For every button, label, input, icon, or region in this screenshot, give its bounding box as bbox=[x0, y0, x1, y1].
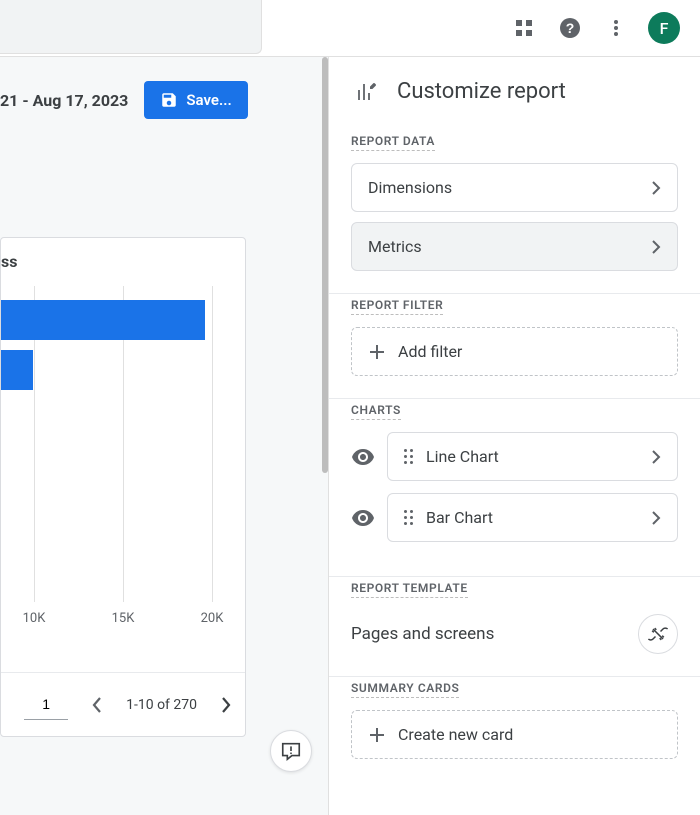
create-card-button[interactable]: Create new card bbox=[351, 710, 678, 759]
visibility-toggle[interactable] bbox=[351, 510, 375, 526]
chevron-right-icon bbox=[652, 181, 661, 195]
section-report-template: REPORT TEMPLATE Pages and screens bbox=[329, 577, 700, 677]
feedback-icon bbox=[280, 740, 302, 762]
help-icon[interactable]: ? bbox=[556, 14, 584, 42]
report-canvas: 21 - Aug 17, 2023 Save... ss 10K 15K 20K bbox=[0, 56, 328, 815]
axis-tick: 10K bbox=[23, 611, 46, 626]
page-info: 1-10 of 270 bbox=[126, 697, 197, 713]
drag-handle-icon[interactable] bbox=[404, 510, 414, 526]
section-label-report-data: REPORT DATA bbox=[351, 134, 435, 151]
grid-line bbox=[212, 286, 213, 602]
create-card-label: Create new card bbox=[398, 725, 513, 744]
section-summary-cards: SUMMARY CARDS Create new card bbox=[329, 677, 700, 781]
axis-tick: 20K bbox=[201, 611, 224, 626]
section-label-summary-cards: SUMMARY CARDS bbox=[351, 681, 459, 698]
section-label-charts: CHARTS bbox=[351, 403, 401, 420]
panel-title: Customize report bbox=[397, 79, 566, 104]
dimensions-label: Dimensions bbox=[368, 178, 452, 197]
add-filter-button[interactable]: Add filter bbox=[351, 327, 678, 376]
side-scrollbar[interactable] bbox=[322, 57, 328, 473]
chart-row-bar: Bar Chart bbox=[351, 493, 678, 542]
chart-area: 10K 15K 20K bbox=[1, 286, 247, 656]
chart-title-fragment: ss bbox=[1, 252, 17, 271]
axis-tick: 15K bbox=[112, 611, 135, 626]
section-report-filter: REPORT FILTER Add filter bbox=[329, 294, 700, 399]
customize-panel: Customize report REPORT DATA Dimensions … bbox=[328, 56, 700, 815]
unlink-icon bbox=[648, 624, 668, 644]
chevron-right-icon bbox=[652, 240, 661, 254]
bar[interactable] bbox=[1, 350, 33, 390]
bar-chart-item[interactable]: Bar Chart bbox=[387, 493, 678, 542]
more-vert-icon[interactable] bbox=[602, 14, 630, 42]
chart-pager: 1-10 of 270 bbox=[1, 672, 245, 736]
bar[interactable] bbox=[1, 300, 205, 340]
plus-icon bbox=[368, 726, 386, 744]
date-range-label[interactable]: 21 - Aug 17, 2023 bbox=[0, 91, 128, 110]
line-chart-label: Line Chart bbox=[426, 447, 499, 466]
chevron-right-icon bbox=[652, 511, 661, 525]
apps-grid-icon[interactable] bbox=[510, 14, 538, 42]
drag-handle-icon[interactable] bbox=[404, 449, 414, 465]
section-label-report-template: REPORT TEMPLATE bbox=[351, 581, 468, 598]
section-label-report-filter: REPORT FILTER bbox=[351, 298, 443, 315]
page-input[interactable] bbox=[24, 690, 68, 720]
tab-stub bbox=[0, 0, 262, 54]
chevron-right-icon bbox=[652, 450, 661, 464]
unlink-template-button[interactable] bbox=[638, 614, 678, 654]
metrics-row[interactable]: Metrics bbox=[351, 222, 678, 271]
bar-chart-card: ss 10K 15K 20K 1-10 of 270 bbox=[0, 237, 246, 737]
svg-text:?: ? bbox=[566, 20, 575, 36]
add-filter-label: Add filter bbox=[398, 342, 462, 361]
feedback-button[interactable] bbox=[270, 730, 312, 772]
bar-chart-label: Bar Chart bbox=[426, 508, 493, 527]
top-bar: ? F bbox=[0, 0, 700, 56]
pager-prev-icon[interactable] bbox=[82, 690, 112, 720]
section-report-data: REPORT DATA Dimensions Metrics bbox=[329, 130, 700, 294]
line-chart-item[interactable]: Line Chart bbox=[387, 432, 678, 481]
template-name: Pages and screens bbox=[351, 624, 494, 644]
dimensions-row[interactable]: Dimensions bbox=[351, 163, 678, 212]
save-button[interactable]: Save... bbox=[144, 81, 247, 119]
visibility-toggle[interactable] bbox=[351, 449, 375, 465]
save-icon bbox=[160, 91, 178, 109]
section-charts: CHARTS Line Chart bbox=[329, 399, 700, 577]
plus-icon bbox=[368, 343, 386, 361]
save-button-label: Save... bbox=[186, 91, 231, 109]
customize-report-icon bbox=[355, 80, 379, 104]
chart-row-line: Line Chart bbox=[351, 432, 678, 481]
metrics-label: Metrics bbox=[368, 237, 422, 256]
pager-next-icon[interactable] bbox=[211, 690, 241, 720]
avatar[interactable]: F bbox=[648, 12, 680, 44]
